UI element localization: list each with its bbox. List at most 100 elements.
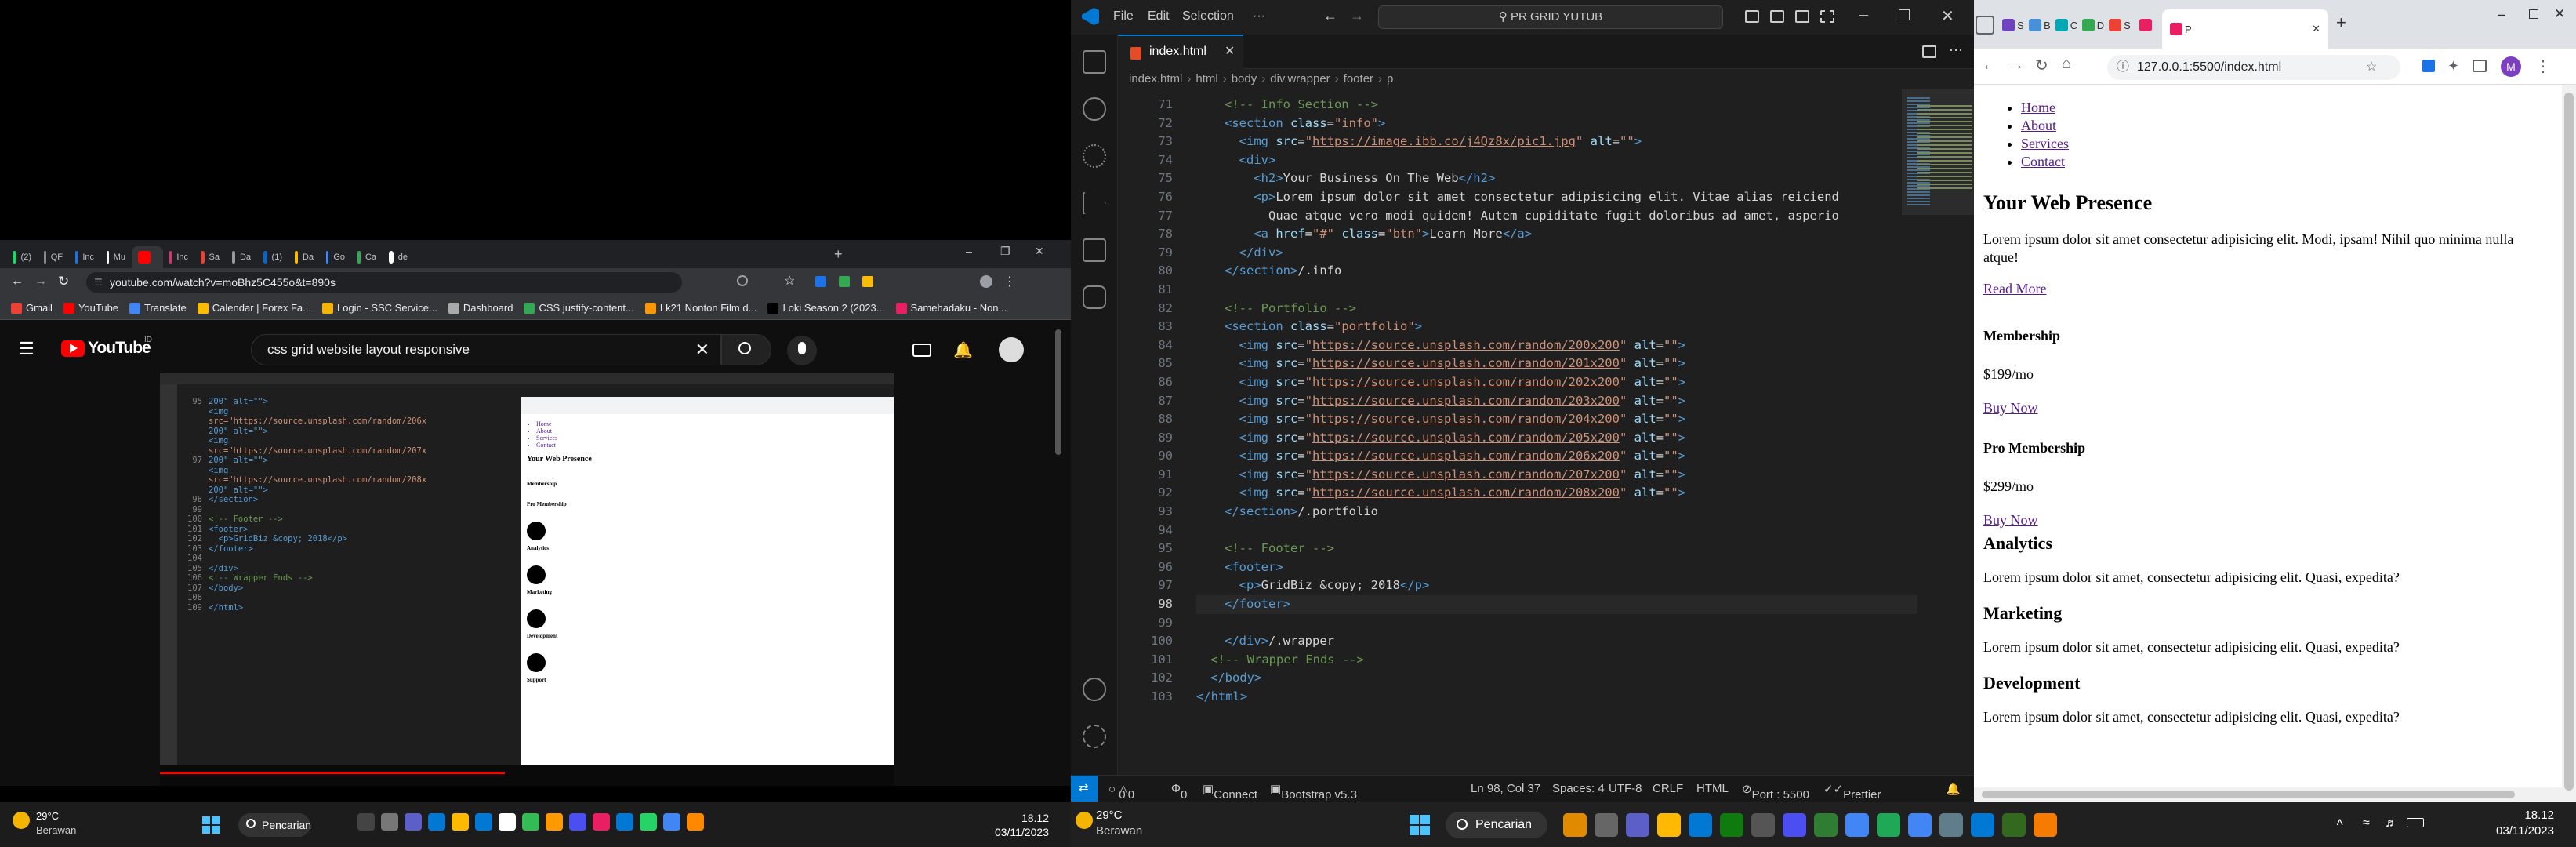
nav-link[interactable]: Services (2021, 136, 2069, 151)
code-line[interactable]: </section>/.portfolio (1196, 503, 1917, 522)
code-line[interactable]: <section class="portfolio"> (1196, 318, 1917, 336)
taskbar-app-icon[interactable] (1814, 813, 1838, 837)
taskbar-app-icon[interactable] (428, 813, 445, 831)
profile-avatar[interactable] (980, 275, 992, 288)
bookmark-item[interactable]: Samehadaku - Non... (895, 302, 1007, 314)
code-line[interactable] (1196, 522, 1917, 540)
bookmark-item[interactable]: Login - SSC Service... (321, 302, 437, 314)
back-icon[interactable]: ← (11, 274, 24, 289)
code-line[interactable]: <img src="https://source.unsplash.com/ra… (1196, 466, 1917, 485)
weather-icon[interactable] (13, 812, 30, 829)
create-video-icon[interactable] (912, 344, 931, 357)
maximize-icon[interactable] (1899, 9, 1910, 20)
taskbar-app-icon[interactable] (381, 813, 398, 831)
menu-more[interactable]: ··· (1253, 9, 1265, 24)
tab-6[interactable]: Sa (194, 246, 226, 268)
bookmark-item[interactable]: YouTube (63, 302, 118, 314)
taskbar-app-icon[interactable] (1908, 813, 1932, 837)
code-line[interactable]: <div> (1196, 151, 1917, 170)
taskbar-app-icon[interactable] (1877, 813, 1900, 837)
code-line[interactable]: <img src="https://source.unsplash.com/ra… (1196, 392, 1917, 411)
code-line[interactable]: <img src="https://source.unsplash.com/ra… (1196, 410, 1917, 429)
tab-1[interactable]: B (2027, 14, 2052, 36)
taskbar-app-icon[interactable] (1657, 813, 1681, 837)
close-icon[interactable]: ✕ (1941, 6, 1954, 26)
code-line[interactable]: <!-- Portfolio --> (1196, 300, 1917, 318)
horizontal-scrollbar[interactable] (1974, 787, 2562, 802)
breadcrumb-item[interactable]: div.wrapper (1270, 72, 1330, 85)
code-line[interactable]: <p>GridBiz &copy; 2018</p> (1196, 576, 1917, 595)
extension-icon[interactable] (862, 276, 873, 287)
profile-avatar[interactable]: M (2501, 56, 2521, 77)
source-control-icon[interactable] (1083, 144, 1106, 168)
extension-icon[interactable] (839, 276, 850, 287)
taskbar-app-icon[interactable] (2002, 813, 2026, 837)
problems[interactable]: ○ 0 △ 0 (1108, 782, 1134, 802)
code-editor[interactable]: 71 72 73 74 75 76 77 78 79 80 81 82 83 84 85 86 87 88 89 90… (1118, 89, 1974, 775)
taskbar-app-icon[interactable] (569, 813, 586, 831)
menu-edit[interactable]: Edit (1148, 9, 1170, 24)
run-debug-icon[interactable] (1083, 191, 1106, 215)
extensions-icon[interactable] (1083, 238, 1106, 262)
tab-9[interactable]: Da (288, 246, 320, 268)
code-line[interactable]: <section class="info"> (1196, 115, 1917, 133)
close-icon[interactable]: ✕ (2554, 6, 2565, 22)
taskbar-app-icon[interactable] (2034, 813, 2057, 837)
tab-11[interactable]: Ca (351, 246, 383, 268)
volume-icon[interactable]: ♬ (2385, 816, 2397, 831)
clock-date[interactable]: 03/11/2023 (2476, 824, 2554, 838)
code-line[interactable] (1196, 281, 1917, 300)
code-line[interactable]: <footer> (1196, 558, 1917, 577)
connect-button[interactable]: ▣ Connect (1203, 782, 1257, 802)
menu-kebab-icon[interactable]: ⋮ (1003, 274, 1016, 289)
command-center[interactable]: ⚲ PR GRID YUTUB (1378, 5, 1723, 29)
bookmark-item[interactable]: Translate (129, 302, 187, 314)
menu-selection[interactable]: Selection (1182, 9, 1234, 24)
extensions-puzzle-icon[interactable]: ✦ (2447, 58, 2459, 75)
extension-icon[interactable] (2422, 60, 2435, 72)
scrollbar-thumb[interactable] (2564, 93, 2574, 791)
tab-1[interactable]: QF (38, 246, 69, 268)
youtube-search-button[interactable] (721, 334, 771, 365)
code-line[interactable]: <a href="#" class="btn">Learn More</a> (1196, 225, 1917, 244)
taskbar-app-icon[interactable] (1971, 813, 1994, 837)
code-line[interactable]: <img src="https://source.unsplash.com/ra… (1196, 447, 1917, 466)
forward-icon[interactable]: → (1350, 8, 1364, 24)
bootstrap-status[interactable]: ▣ Bootstrap v5.3 (1270, 782, 1357, 802)
bookmark-item[interactable]: Lk21 Nonton Film d... (644, 302, 756, 314)
toggle-sidebar-icon[interactable] (1745, 10, 1759, 23)
bookmark-item[interactable]: Dashboard (448, 302, 513, 314)
tab-8[interactable]: (1) (257, 246, 288, 268)
tab-10[interactable]: Go (320, 246, 351, 268)
notifications-bell-icon[interactable]: 🔔 (953, 340, 973, 360)
wifi-icon[interactable]: ≈ (2363, 816, 2370, 831)
taskbar-app-icon[interactable] (1595, 813, 1618, 837)
address-bar[interactable]: ☰ youtube.com/watch?v=moBhz5C455o&t=890s (86, 272, 682, 293)
taskbar-app-icon[interactable] (1751, 813, 1775, 837)
cursor-position[interactable]: Ln 98, Col 37 (1471, 782, 1540, 795)
search-icon[interactable] (1083, 97, 1106, 121)
code-line[interactable]: <img src="https://source.unsplash.com/ra… (1196, 429, 1917, 448)
read-more-link[interactable]: Read More (1983, 281, 2046, 296)
indentation[interactable]: Spaces: 4 (1552, 782, 1605, 795)
database-icon[interactable] (1083, 285, 1106, 309)
code-line[interactable]: <img src="https://source.unsplash.com/ra… (1196, 336, 1917, 355)
code-line[interactable]: </div> (1196, 244, 1917, 263)
side-panel-icon[interactable] (2473, 60, 2487, 72)
code-line[interactable]: <!-- Footer --> (1196, 540, 1917, 558)
taskbar-app-icon[interactable] (1689, 813, 1712, 837)
tab-0[interactable]: (2) (6, 246, 38, 268)
customize-layout-icon[interactable] (1820, 10, 1834, 23)
taskbar-app-icon[interactable] (1720, 813, 1743, 837)
nav-link[interactable]: Home (2021, 100, 2055, 115)
tab-3[interactable]: Mu (100, 246, 132, 268)
more-actions-icon[interactable]: ⋯ (1949, 42, 1963, 59)
new-tab-icon[interactable]: + (2336, 13, 2346, 33)
tab-5[interactable] (2134, 14, 2159, 36)
taskbar-app-icon[interactable] (593, 813, 610, 831)
battery-icon[interactable] (2407, 818, 2424, 827)
taskbar-app-icon[interactable] (357, 813, 375, 831)
account-avatar[interactable] (999, 337, 1024, 362)
prettier-status[interactable]: ✓✓ Prettier (1823, 782, 1881, 802)
reload-icon[interactable]: ↻ (2035, 56, 2048, 75)
